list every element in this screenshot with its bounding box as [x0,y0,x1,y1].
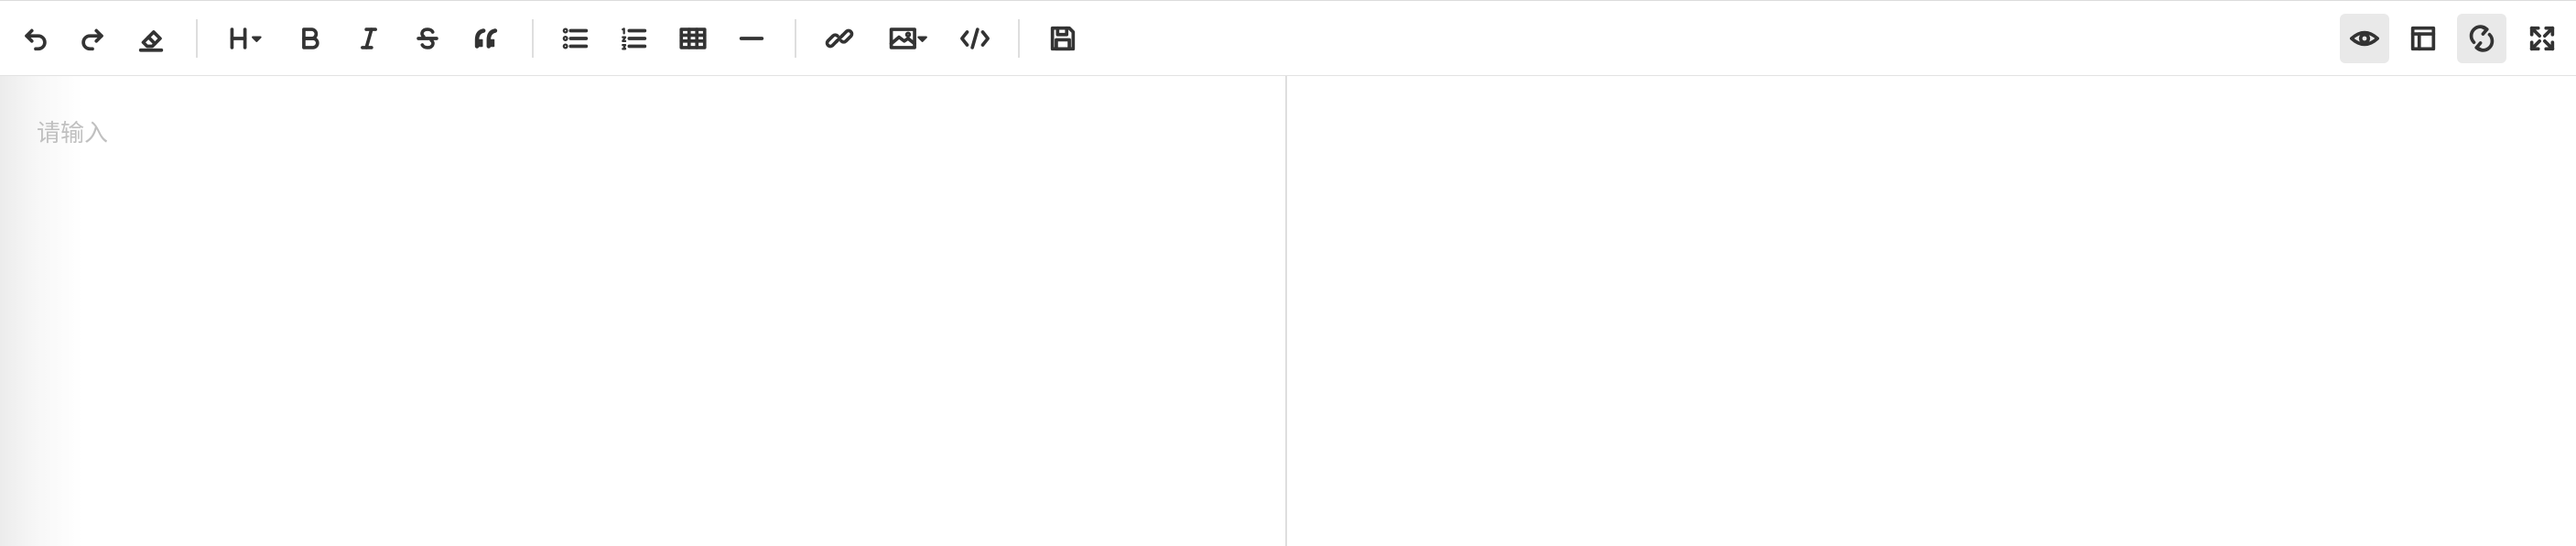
sync-icon [2469,25,2495,52]
image-icon [889,27,927,49]
editor-placeholder: 请输入 [37,120,109,147]
ordered-list-button[interactable] [610,14,659,63]
heading-icon [230,27,262,49]
toolbar-divider [196,19,198,58]
table-button[interactable] [668,14,718,63]
link-button[interactable] [815,14,864,63]
strikethrough-icon [417,27,438,49]
toolbar [0,1,2576,76]
table-icon [679,27,707,49]
code-icon [959,27,990,49]
fullscreen-button[interactable] [2517,14,2567,63]
unordered-list-icon [562,27,589,49]
redo-icon [81,28,103,51]
horizontal-rule-icon [739,37,764,40]
undo-icon [25,28,47,51]
blockquote-button[interactable] [461,14,511,63]
toolbar-divider [532,19,534,58]
fullscreen-icon [2529,26,2555,51]
save-icon [1050,26,1076,51]
toolbar-divider [1018,19,1020,58]
sync-scroll-button[interactable] [2457,14,2506,63]
clear-format-button[interactable] [126,14,176,63]
bold-button[interactable] [286,14,335,63]
link-icon [825,28,854,49]
unordered-list-button[interactable] [551,14,601,63]
strikethrough-button[interactable] [403,14,452,63]
save-button[interactable] [1038,14,1088,63]
sidebar-layout-button[interactable] [2398,14,2448,63]
markdown-editor: 请输入 [0,0,2576,546]
toolbar-divider [795,19,796,58]
eye-icon [2349,30,2380,47]
eraser-icon [138,30,164,52]
ordered-list-icon [622,27,647,50]
heading-dropdown-button[interactable] [220,14,273,63]
bold-icon [302,27,319,49]
image-dropdown-button[interactable] [879,14,937,63]
layout-icon [2410,26,2436,51]
italic-icon [361,27,377,49]
redo-button[interactable] [68,14,117,63]
italic-button[interactable] [344,14,394,63]
code-button[interactable] [950,14,1000,63]
undo-button[interactable] [11,14,60,63]
preview-toggle-button[interactable] [2340,14,2389,63]
markdown-input-pane[interactable]: 请输入 [0,76,1287,546]
quote-icon [474,28,498,49]
horizontal-rule-button[interactable] [727,14,776,63]
markdown-preview-pane [1289,76,2576,546]
